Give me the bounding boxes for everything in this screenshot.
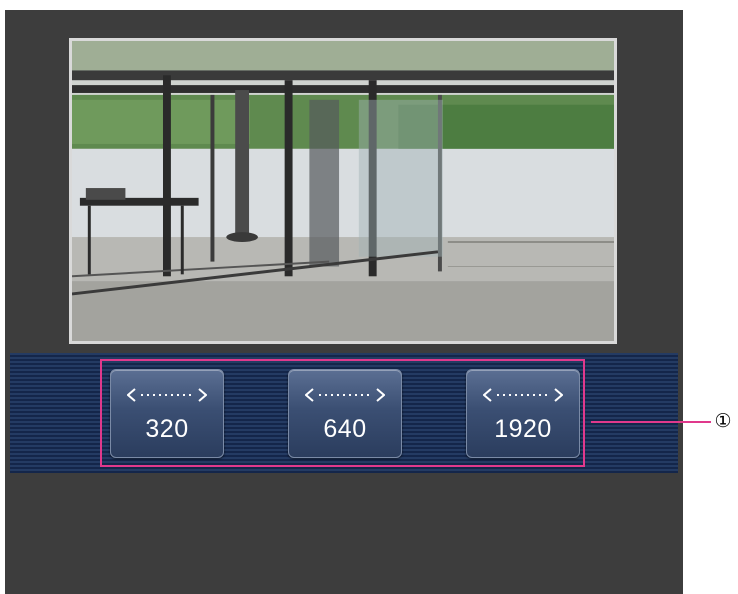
image-size-label: 640 xyxy=(323,415,367,443)
image-size-control-bar: 320 640 1920 xyxy=(10,353,678,473)
live-camera-image xyxy=(69,38,617,344)
horizontal-double-arrow-icon xyxy=(467,386,579,404)
image-size-1920-button[interactable]: 1920 xyxy=(466,369,580,458)
image-size-label: 320 xyxy=(145,415,189,443)
camera-scene xyxy=(72,41,614,341)
camera-viewer-panel: 320 640 1920 xyxy=(5,10,683,594)
callout-leader-line xyxy=(591,421,711,423)
image-size-label: 1920 xyxy=(494,415,552,443)
callout-number: ① xyxy=(714,411,732,432)
image-size-640-button[interactable]: 640 xyxy=(288,369,402,458)
horizontal-double-arrow-icon xyxy=(111,386,223,404)
horizontal-double-arrow-icon xyxy=(289,386,401,404)
image-size-button-group: 320 640 1920 xyxy=(100,359,585,467)
image-size-320-button[interactable]: 320 xyxy=(110,369,224,458)
